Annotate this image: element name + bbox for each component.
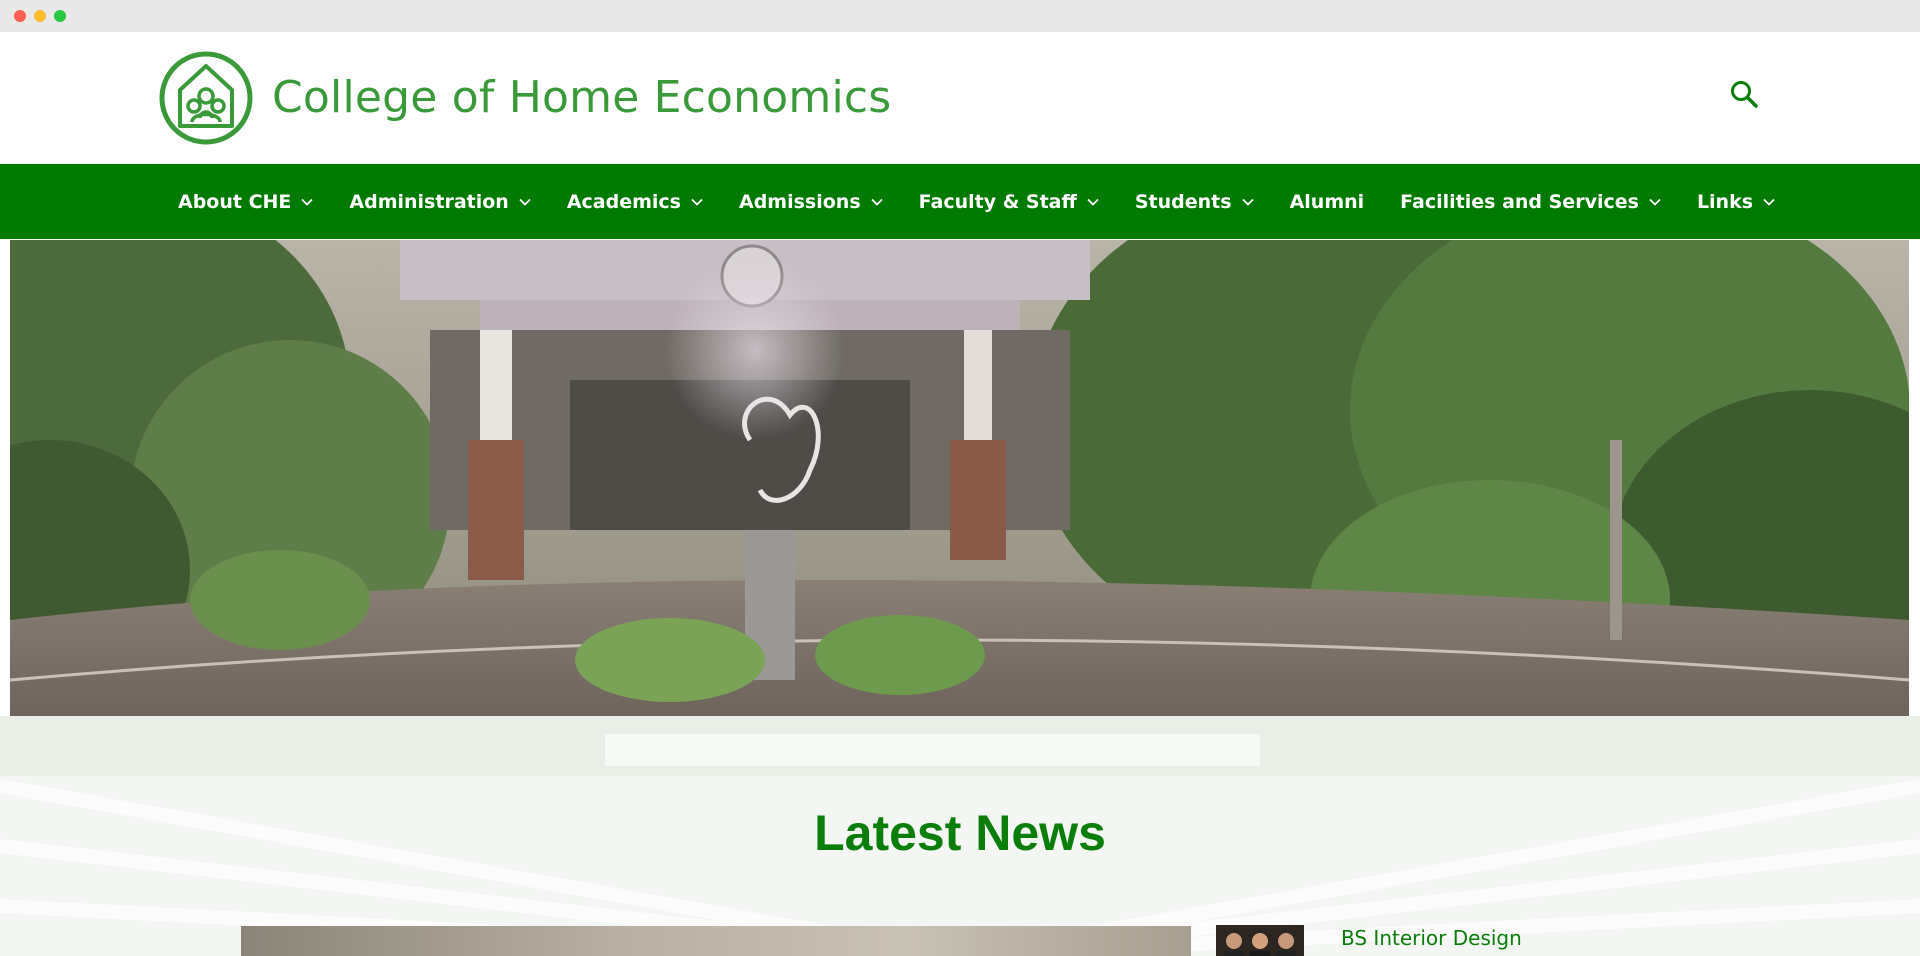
nav-item-label: Facilities and Services bbox=[1400, 190, 1639, 213]
nav-item-about-che[interactable]: About CHE bbox=[160, 164, 331, 239]
nav-item-label: About CHE bbox=[178, 190, 292, 213]
minimize-window-button[interactable] bbox=[34, 10, 46, 22]
search-icon bbox=[1731, 81, 1758, 108]
maximize-window-button[interactable] bbox=[54, 10, 66, 22]
chevron-down-icon bbox=[1087, 198, 1099, 206]
nav-item-academics[interactable]: Academics bbox=[549, 164, 721, 239]
nav-item-label: Alumni bbox=[1289, 190, 1365, 213]
news-item-link[interactable]: BS Interior Design bbox=[1341, 926, 1522, 950]
nav-item-label: Students bbox=[1134, 190, 1232, 213]
main-navigation: About CHE Administration Academics Admissio… bbox=[0, 164, 1920, 239]
nav-item-label: Admissions bbox=[739, 190, 861, 213]
nav-item-label: Faculty & Staff bbox=[918, 190, 1077, 213]
hero-banner-image bbox=[10, 240, 1909, 716]
nav-item-faculty-staff[interactable]: Faculty & Staff bbox=[901, 164, 1117, 239]
nav-item-facilities-and-services[interactable]: Facilities and Services bbox=[1382, 164, 1679, 239]
featured-news-image[interactable] bbox=[241, 926, 1191, 956]
nav-item-label: Administration bbox=[349, 190, 509, 213]
nav-item-label: Links bbox=[1696, 190, 1754, 213]
site-title[interactable]: College of Home Economics bbox=[272, 72, 891, 123]
nav-item-links[interactable]: Links bbox=[1679, 164, 1793, 239]
latest-news-section: Latest News BS Interior Design bbox=[0, 716, 1920, 956]
close-window-button[interactable] bbox=[14, 10, 26, 22]
campus-building-photo bbox=[10, 240, 1909, 716]
nav-item-admissions[interactable]: Admissions bbox=[721, 164, 901, 239]
search-button[interactable] bbox=[1724, 74, 1764, 114]
chevron-down-icon bbox=[301, 198, 314, 206]
browser-title-bar bbox=[0, 0, 1920, 32]
nav-item-alumni[interactable]: Alumni bbox=[1272, 164, 1383, 239]
students-portrait-thumbnail bbox=[1224, 933, 1296, 956]
chevron-down-icon bbox=[1649, 198, 1661, 206]
chevron-down-icon bbox=[871, 198, 883, 206]
nav-item-administration[interactable]: Administration bbox=[331, 164, 548, 239]
news-thumbnail-image[interactable] bbox=[1216, 925, 1304, 956]
chevron-down-icon bbox=[1763, 198, 1775, 206]
house-family-logo-icon[interactable] bbox=[158, 50, 254, 146]
chevron-down-icon bbox=[691, 198, 703, 206]
latest-news-heading: Latest News bbox=[814, 805, 1106, 861]
nav-menu: About CHE Administration Academics Admissio… bbox=[160, 164, 1793, 239]
site-header: College of Home Economics bbox=[0, 32, 1920, 164]
nav-item-label: Academics bbox=[566, 190, 681, 213]
chevron-down-icon bbox=[519, 198, 531, 206]
nav-item-students[interactable]: Students bbox=[1117, 164, 1272, 239]
chevron-down-icon bbox=[1241, 198, 1254, 206]
